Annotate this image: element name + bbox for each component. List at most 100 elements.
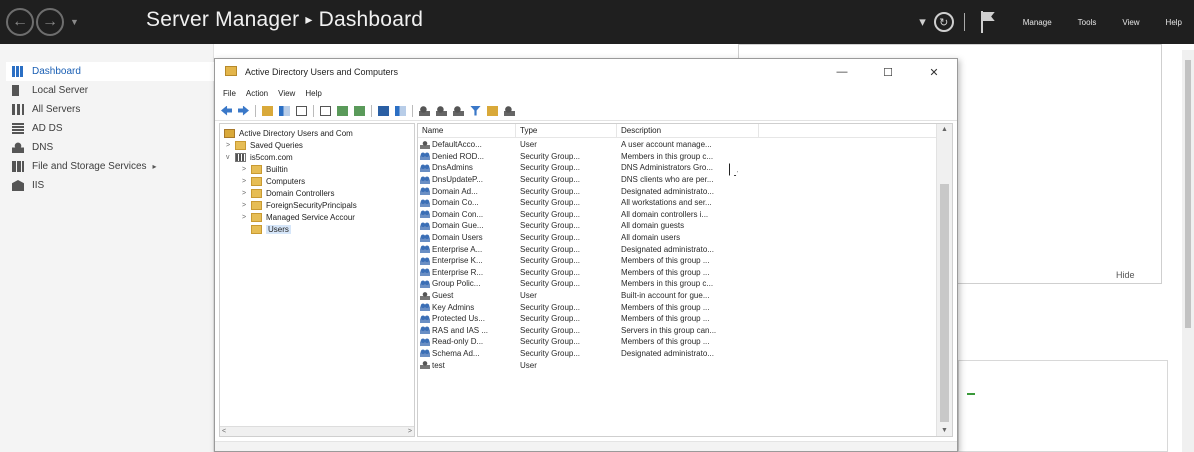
table-row[interactable]: Domain Gue... Security Group... All domain… bbox=[418, 220, 938, 232]
scroll-up-icon[interactable]: ▲ bbox=[941, 126, 948, 133]
close-button[interactable]: ✕ bbox=[911, 59, 957, 85]
minimize-button[interactable]: — bbox=[819, 59, 865, 85]
scroll-left-icon[interactable]: < bbox=[222, 428, 226, 435]
expand-icon[interactable]: > bbox=[242, 190, 251, 197]
expand-icon[interactable]: > bbox=[242, 178, 251, 185]
table-row[interactable]: Domain Co... Security Group... All worksta… bbox=[418, 197, 938, 209]
refresh-button[interactable]: ↻ bbox=[933, 12, 954, 32]
nav-item-local-server[interactable]: Local Server bbox=[6, 81, 214, 100]
hide-link[interactable]: Hide bbox=[1116, 270, 1135, 280]
expand-arrow-icon[interactable]: ▸ bbox=[153, 162, 157, 171]
menu-view[interactable]: View bbox=[278, 89, 295, 98]
table-row[interactable]: DnsUpdateP... Security Group... DNS client… bbox=[418, 174, 938, 186]
menu-view[interactable]: View bbox=[1122, 18, 1139, 27]
filter-icon[interactable] bbox=[470, 105, 481, 116]
tree-label: Active Directory Users and Com bbox=[239, 128, 353, 138]
cell-type: Security Group... bbox=[520, 151, 581, 161]
table-row[interactable]: Domain Users Security Group... All domain … bbox=[418, 232, 938, 244]
history-dropdown-icon[interactable]: ▼ bbox=[70, 17, 79, 27]
collapse-icon[interactable]: v bbox=[226, 154, 235, 161]
column-description[interactable]: Description bbox=[617, 124, 759, 138]
menu-action[interactable]: Action bbox=[246, 89, 268, 98]
dashboard-scrollbar[interactable] bbox=[1182, 50, 1194, 452]
nav-item-iis[interactable]: IIS bbox=[6, 176, 214, 195]
group-icon bbox=[420, 245, 430, 254]
console-tree[interactable]: Active Directory Users and Com > Saved Qu… bbox=[219, 123, 415, 437]
tree-item[interactable]: > Saved Queries bbox=[226, 139, 303, 151]
table-row[interactable]: Group Polic... Security Group... Members i… bbox=[418, 278, 938, 290]
table-row[interactable]: Enterprise A... Security Group... Designat… bbox=[418, 243, 938, 255]
cell-type: User bbox=[520, 291, 537, 301]
cell-type: Security Group... bbox=[520, 209, 581, 219]
table-row[interactable]: Guest User Built-in account for gue... bbox=[418, 290, 938, 302]
new-ou-icon[interactable] bbox=[453, 105, 464, 116]
table-row[interactable]: Enterprise R... Security Group... Members … bbox=[418, 267, 938, 279]
table-row[interactable]: Key Admins Security Group... Members of th… bbox=[418, 301, 938, 313]
menu-tools[interactable]: Tools bbox=[1078, 18, 1097, 27]
scroll-down-icon[interactable]: ▼ bbox=[941, 427, 948, 434]
menu-file[interactable]: File bbox=[223, 89, 236, 98]
export-list-icon[interactable] bbox=[354, 105, 365, 116]
refresh-list-icon[interactable] bbox=[337, 105, 348, 116]
tree-item-selected[interactable]: Users bbox=[242, 223, 291, 235]
table-row[interactable]: Protected Us... Security Group... Members … bbox=[418, 313, 938, 325]
back-button[interactable]: ← bbox=[6, 8, 34, 36]
tree-item[interactable]: > Builtin bbox=[242, 163, 288, 175]
menu-manage[interactable]: Manage bbox=[1023, 18, 1052, 27]
dropdown-icon[interactable]: ▾ bbox=[919, 14, 926, 30]
maximize-button[interactable]: ☐ bbox=[865, 59, 911, 85]
add-to-group-icon[interactable] bbox=[487, 105, 498, 116]
expand-icon[interactable]: > bbox=[242, 166, 251, 173]
cell-name: Key Admins bbox=[418, 303, 516, 312]
table-row[interactable]: Read-only D... Security Group... Members o… bbox=[418, 336, 938, 348]
tree-item[interactable]: > Domain Controllers bbox=[242, 187, 334, 199]
notifications-flag-icon[interactable] bbox=[980, 11, 997, 33]
menu-help[interactable]: Help bbox=[1166, 18, 1182, 27]
delegate-icon[interactable] bbox=[504, 105, 515, 116]
new-group-icon[interactable] bbox=[436, 105, 447, 116]
nav-item-all-servers[interactable]: All Servers bbox=[6, 100, 214, 119]
forward-icon[interactable] bbox=[238, 105, 249, 116]
expand-icon[interactable]: > bbox=[242, 214, 251, 221]
column-type[interactable]: Type bbox=[516, 124, 617, 138]
tree-root[interactable]: Active Directory Users and Com bbox=[224, 127, 353, 139]
properties-icon[interactable] bbox=[296, 105, 307, 116]
column-name[interactable]: Name bbox=[418, 124, 516, 138]
copy-icon[interactable] bbox=[320, 105, 331, 116]
tree-item[interactable]: > Computers bbox=[242, 175, 305, 187]
table-row[interactable]: DefaultAcco... User A user account manage.… bbox=[418, 139, 938, 151]
nav-item-dashboard[interactable]: Dashboard bbox=[6, 62, 214, 81]
table-row[interactable]: Enterprise K... Security Group... Members … bbox=[418, 255, 938, 267]
scroll-right-icon[interactable]: > bbox=[408, 428, 412, 435]
new-user-icon[interactable] bbox=[419, 105, 430, 116]
show-tree-icon[interactable] bbox=[279, 105, 290, 116]
list-vertical-scrollbar[interactable]: ▲ ▼ bbox=[936, 124, 952, 436]
table-row[interactable]: Domain Con... Security Group... All domain… bbox=[418, 209, 938, 221]
expand-icon[interactable]: > bbox=[242, 202, 251, 209]
help-icon[interactable] bbox=[378, 105, 389, 116]
table-row[interactable]: RAS and IAS ... Security Group... Servers … bbox=[418, 325, 938, 337]
aduc-titlebar[interactable]: Active Directory Users and Computers — ☐… bbox=[215, 59, 957, 85]
table-row[interactable]: Domain Ad... Security Group... Designated … bbox=[418, 185, 938, 197]
tree-item[interactable]: > ForeignSecurityPrincipals bbox=[242, 199, 357, 211]
tree-item[interactable]: > Managed Service Accour bbox=[242, 211, 355, 223]
scrollbar-thumb[interactable] bbox=[940, 184, 949, 422]
action-pane-icon[interactable] bbox=[395, 105, 406, 116]
forward-button[interactable]: → bbox=[36, 8, 64, 36]
details-list[interactable]: Name Type Description DefaultAcco... User… bbox=[417, 123, 953, 437]
menu-help[interactable]: Help bbox=[305, 89, 321, 98]
table-row[interactable]: test User bbox=[418, 359, 938, 371]
table-row[interactable]: Schema Ad... Security Group... Designated … bbox=[418, 348, 938, 360]
back-icon[interactable] bbox=[221, 105, 232, 116]
tree-label: is5com.com bbox=[250, 152, 293, 162]
expand-icon[interactable]: > bbox=[226, 142, 235, 149]
nav-item-dns[interactable]: DNS bbox=[6, 138, 214, 157]
nav-item-ad-ds[interactable]: AD DS bbox=[6, 119, 214, 138]
up-folder-icon[interactable] bbox=[262, 105, 273, 116]
table-row[interactable]: Denied ROD... Security Group... Members in… bbox=[418, 151, 938, 163]
nav-item-file-storage[interactable]: File and Storage Services ▸ bbox=[6, 157, 214, 176]
tree-item-domain[interactable]: v is5com.com bbox=[226, 151, 293, 163]
scrollbar-thumb[interactable] bbox=[1185, 60, 1191, 328]
tree-horizontal-scrollbar[interactable]: < > bbox=[220, 426, 414, 436]
table-row[interactable]: DnsAdmins Security Group... DNS Administra… bbox=[418, 162, 938, 174]
